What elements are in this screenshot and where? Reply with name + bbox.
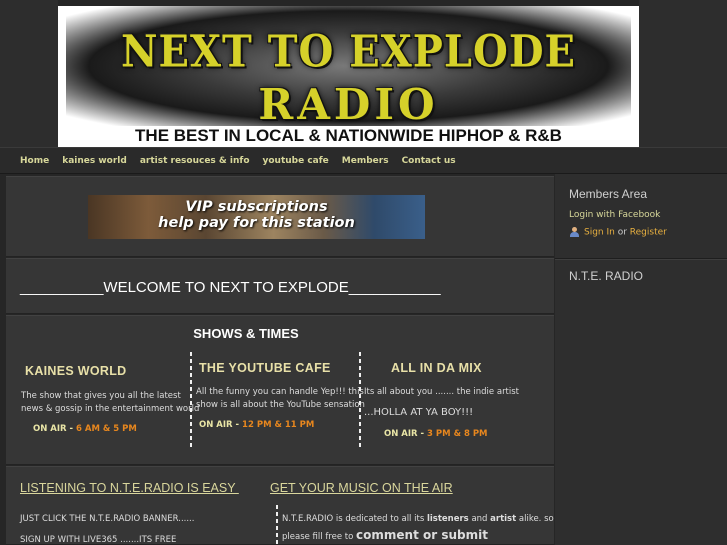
show-description: The show that gives you all the latest (21, 391, 181, 401)
vip-banner-line2: help pay for this station (158, 215, 355, 231)
shows-title: SHOWS & TIMES (193, 326, 299, 341)
show-name: KAINES WORLD (25, 364, 127, 378)
login-with-facebook-link[interactable]: Login with Facebook (569, 210, 660, 220)
listening-instruction-1: JUST CLICK THE N.T.E.RADIO BANNER...... (20, 514, 195, 524)
info-divider (276, 505, 278, 545)
show-on-air: ON AIR - 3 PM & 8 PM (384, 429, 488, 439)
nav-youtube-cafe[interactable]: youtube cafe (263, 156, 329, 166)
show-on-air: ON AIR - 6 AM & 5 PM (33, 424, 137, 434)
vip-banner-line1: VIP subscriptions (185, 199, 328, 215)
sign-in-separator: or (614, 227, 630, 238)
sign-in-link[interactable]: Sign In (584, 228, 615, 238)
listening-instruction-2: SIGN UP WITH LIVE365 .......ITS FREE (20, 535, 177, 545)
show-name: THE YOUTUBE CAFE (199, 361, 331, 375)
user-icon (569, 227, 580, 237)
page-background-left (0, 0, 58, 147)
members-area-title: Members Area (569, 187, 648, 201)
sidebar: Members Area Login with Facebook Sign In… (555, 174, 727, 545)
nav-artist-resources[interactable]: artist resouces & info (140, 156, 250, 166)
nav-home[interactable]: Home (20, 156, 49, 166)
show-description: ...HOLLA AT YA BOY!!! (364, 407, 474, 418)
artist-info-line1: N.T.E.RADIO is dedicated to all its list… (282, 514, 554, 524)
show-divider (359, 352, 361, 448)
welcome-section: __________WELCOME TO NEXT TO EXPLODE____… (6, 258, 554, 314)
register-link[interactable]: Register (630, 228, 667, 238)
nav-members[interactable]: Members (342, 156, 389, 166)
show-name: ALL IN DA MIX (391, 361, 482, 375)
nav-contact-us[interactable]: Contact us (402, 156, 456, 166)
artist-info-line2: please fill free to comment or submit (282, 528, 488, 542)
shows-section: SHOWS & TIMES KAINES WORLD The show that… (6, 315, 554, 465)
vip-banner-section: VIP subscriptions help pay for this stat… (6, 176, 554, 257)
show-divider (190, 352, 192, 448)
info-section: LISTENING TO N.T.E.RADIO IS EASY JUST CL… (6, 466, 554, 545)
page-background-right (639, 0, 727, 147)
nte-radio-title: N.T.E. RADIO (569, 269, 644, 283)
logo-title[interactable]: NEXT TO EXPLODE (58, 26, 639, 78)
show-on-air: ON AIR - 12 PM & 11 PM (199, 420, 315, 430)
show-description: show is all about the YouTube sensation (196, 400, 365, 410)
site-tagline: THE BEST IN LOCAL & NATIONWIDE HIPHOP & … (135, 126, 562, 145)
show-description: Its all about you ....... the indie arti… (364, 387, 520, 397)
show-description: news & gossip in the entertainment world (21, 404, 200, 414)
site-header: NEXT TO EXPLODE RADIO THE BEST IN LOCAL … (58, 6, 639, 147)
main-navigation: Home kaines world artist resouces & info… (0, 147, 727, 174)
listening-heading-link[interactable]: LISTENING TO N.T.E.RADIO IS EASY (20, 481, 239, 495)
logo-subtitle[interactable]: RADIO (58, 80, 639, 129)
nav-kaines-world[interactable]: kaines world (62, 156, 127, 166)
vip-subscription-banner[interactable]: VIP subscriptions help pay for this stat… (88, 195, 425, 239)
show-description: All the funny you can handle Yep!!! this (196, 387, 364, 397)
sign-in-row: Sign In or Register (569, 227, 667, 238)
welcome-heading: __________WELCOME TO NEXT TO EXPLODE____… (20, 279, 441, 296)
get-music-on-air-link[interactable]: GET YOUR MUSIC ON THE AIR (270, 481, 453, 495)
